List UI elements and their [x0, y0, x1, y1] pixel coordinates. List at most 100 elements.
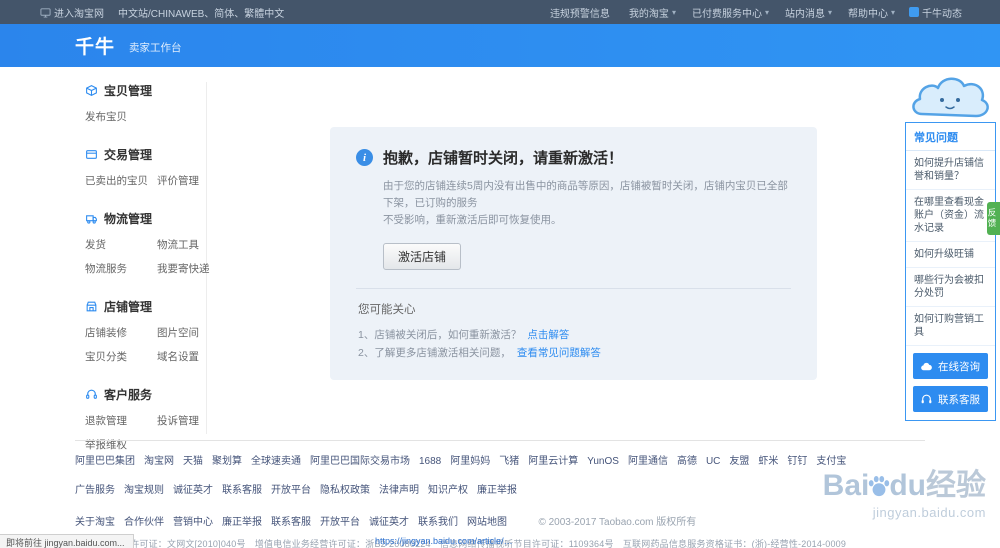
footer-link[interactable]: 阿里巴巴集团	[75, 452, 135, 467]
chat-bubble-icon	[909, 7, 919, 17]
sidebar-section-trade: 交易管理 已卖出的宝贝评价管理	[85, 146, 206, 188]
footer-link[interactable]: 全球速卖通	[251, 452, 301, 467]
sidebar-section-title: 客户服务	[104, 386, 152, 403]
language-switcher[interactable]: 中文站/CHINAWEB、简体、繁體中文	[118, 5, 284, 20]
footer-link[interactable]: 聚划算	[212, 452, 242, 467]
footer-link[interactable]: 开放平台	[271, 481, 311, 496]
footer-about-links: 关于淘宝合作伙伴营销中心廉正举报联系客服开放平台诚征英才联系我们网站地图	[75, 512, 516, 529]
sidebar-item[interactable]: 店铺装修	[85, 325, 151, 340]
footer-link[interactable]: 天猫	[183, 452, 203, 467]
footer-link[interactable]: 淘宝规则	[124, 481, 164, 496]
sidebar-item[interactable]: 退款管理	[85, 413, 151, 428]
footer-link[interactable]: 淘宝网	[144, 452, 174, 467]
footer-link[interactable]: 阿里通信	[628, 452, 668, 467]
footer-link[interactable]: 知识产权	[428, 481, 468, 496]
sidebar-item[interactable]: 物流服务	[85, 261, 151, 276]
footer-link[interactable]: 营销中心	[173, 513, 213, 528]
footer-link[interactable]: 关于淘宝	[75, 513, 115, 528]
footer-link[interactable]: 隐私权政策	[320, 481, 370, 496]
app-header: 千牛 卖家工作台	[0, 24, 1000, 67]
sidebar-section-header: 物流管理	[85, 210, 206, 227]
sidebar-section-title: 店铺管理	[104, 298, 152, 315]
footer-link[interactable]: UC	[706, 456, 720, 467]
chevron-down-icon: ▾	[828, 8, 832, 17]
footer-link[interactable]: 诚征英才	[369, 513, 409, 528]
online-consult-button[interactable]: 在线咨询	[913, 353, 988, 379]
sidebar-section-items: 发布宝贝	[85, 109, 206, 124]
sidebar-section-logistics: 物流管理 发货物流工具物流服务我要寄快递	[85, 210, 206, 276]
sidebar-section-items: 店铺装修图片空间宝贝分类域名设置	[85, 325, 206, 364]
footer: 阿里巴巴集团淘宝网天猫聚划算全球速卖通阿里巴巴国际交易市场1688阿里妈妈飞猪阿…	[75, 440, 925, 548]
footer-link[interactable]: 广告服务	[75, 481, 115, 496]
qianniu-logo[interactable]: 千牛	[75, 32, 115, 59]
concern-item: 1、店铺被关闭后，如何重新激活？点击解答	[358, 326, 791, 344]
footer-link[interactable]: 阿里妈妈	[450, 452, 490, 467]
sidebar-item[interactable]: 我要寄快递	[157, 261, 210, 276]
faq-item[interactable]: 如何订购营销工具	[906, 307, 995, 346]
notice-body: 由于您的店铺连续5周内没有出售中的商品等原因，店铺被暂时关闭，店铺内宝贝已全部下…	[383, 178, 791, 229]
sidebar-item[interactable]: 投诉管理	[157, 413, 206, 428]
footer-sites-row: 阿里巴巴集团淘宝网天猫聚划算全球速卖通阿里巴巴国际交易市场1688阿里妈妈飞猪阿…	[75, 451, 925, 469]
footer-link[interactable]: 钉钉	[787, 452, 807, 467]
faq-item[interactable]: 如何提升店铺信誉和销量？	[906, 151, 995, 190]
footer-link[interactable]: 飞猪	[499, 452, 519, 467]
sidebar-item[interactable]: 图片空间	[157, 325, 206, 340]
shop-closed-notice-panel: 抱歉，店铺暂时关闭，请重新激活！ 由于您的店铺连续5周内没有出售中的商品等原因，…	[330, 127, 817, 380]
footer-link[interactable]: 联系客服	[271, 513, 311, 528]
footer-link[interactable]: 阿里巴巴国际交易市场	[310, 452, 410, 467]
sidebar-item[interactable]: 物流工具	[157, 237, 210, 252]
footer-link[interactable]: 网站地图	[467, 513, 507, 528]
contact-service-button[interactable]: 联系客服	[913, 386, 988, 412]
taobao-home-link[interactable]: 进入淘宝网	[40, 5, 104, 20]
sidebar-item[interactable]: 宝贝分类	[85, 349, 151, 364]
footer-link[interactable]: 廉正举报	[477, 481, 517, 496]
footer-link[interactable]: 合作伙伴	[124, 513, 164, 528]
footer-link[interactable]: 联系我们	[418, 513, 458, 528]
topbar-left: 进入淘宝网 中文站/CHINAWEB、简体、繁體中文	[40, 5, 284, 20]
sidebar-item[interactable]: 发布宝贝	[85, 109, 151, 124]
truck-icon	[85, 212, 98, 225]
sidebar-section-header: 宝贝管理	[85, 82, 206, 99]
footer-link[interactable]: 高德	[677, 452, 697, 467]
concern-item: 2、了解更多店铺激活相关问题，查看常见问题解答	[358, 344, 791, 362]
activate-shop-button[interactable]: 激活店铺	[383, 243, 461, 270]
footer-link[interactable]: YunOS	[587, 456, 619, 467]
topbar-menu-item[interactable]: 站内消息 ▾	[785, 5, 832, 20]
footer-link[interactable]: 友盟	[729, 452, 749, 467]
topbar-menu-item[interactable]: 我的淘宝 ▾	[629, 5, 676, 20]
sidebar-section-header: 店铺管理	[85, 298, 206, 315]
sidebar-nav: 宝贝管理 发布宝贝 交易管理 已卖出的宝贝评价管理 物流管理 发货物流工具物流服…	[65, 82, 207, 434]
sidebar-section-goods: 宝贝管理 发布宝贝	[85, 82, 206, 124]
sidebar-item[interactable]: 域名设置	[157, 349, 206, 364]
sidebar-item[interactable]: 发货	[85, 237, 151, 252]
notice-body-line1: 由于您的店铺连续5周内没有出售中的商品等原因，店铺被暂时关闭，店铺内宝贝已全部下…	[383, 178, 791, 212]
footer-link[interactable]: 联系客服	[222, 481, 262, 496]
sidebar-section-items: 已卖出的宝贝评价管理	[85, 173, 206, 188]
footer-link[interactable]: 诚征英才	[173, 481, 213, 496]
concern-item-link[interactable]: 点击解答	[527, 329, 569, 341]
footer-link[interactable]: 法律声明	[379, 481, 419, 496]
concern-item-link[interactable]: 查看常见问题解答	[517, 347, 601, 359]
footer-link[interactable]: 阿里云计算	[528, 452, 578, 467]
footer-link[interactable]: 支付宝	[816, 452, 846, 467]
faq-item[interactable]: 哪些行为会被扣分处罚	[906, 268, 995, 307]
sidebar-section-items: 发货物流工具物流服务我要寄快递	[85, 237, 206, 276]
sidebar-section-shop: 店铺管理 店铺装修图片空间宝贝分类域名设置	[85, 298, 206, 364]
footer-link[interactable]: 开放平台	[320, 513, 360, 528]
notice-body-line2: 不受影响，重新激活后即可恢复使用。	[383, 212, 791, 229]
topbar-menu-item[interactable]: 违规预警信息	[550, 5, 613, 20]
sidebar-item[interactable]: 评价管理	[157, 173, 206, 188]
sidebar-item[interactable]: 已卖出的宝贝	[85, 173, 151, 188]
faq-item[interactable]: 如何升级旺铺	[906, 242, 995, 268]
feedback-side-tab[interactable]: 反馈	[987, 202, 1000, 235]
sidebar-section-title: 交易管理	[104, 146, 152, 163]
footer-link[interactable]: 廉正举报	[222, 513, 262, 528]
topbar-menu-item[interactable]: 帮助中心 ▾	[848, 5, 895, 20]
language-label: 中文站/CHINAWEB、简体、繁體中文	[118, 5, 284, 20]
cloud-icon	[920, 360, 933, 373]
footer-link[interactable]: 1688	[419, 456, 441, 467]
footer-link[interactable]: 虾米	[758, 452, 778, 467]
faq-item[interactable]: 在哪里查看现金账户（资金）流水记录	[906, 190, 995, 242]
qianniu-news-link[interactable]: 千牛动态	[909, 5, 962, 20]
topbar-menu-item[interactable]: 已付费服务中心 ▾	[692, 5, 769, 20]
